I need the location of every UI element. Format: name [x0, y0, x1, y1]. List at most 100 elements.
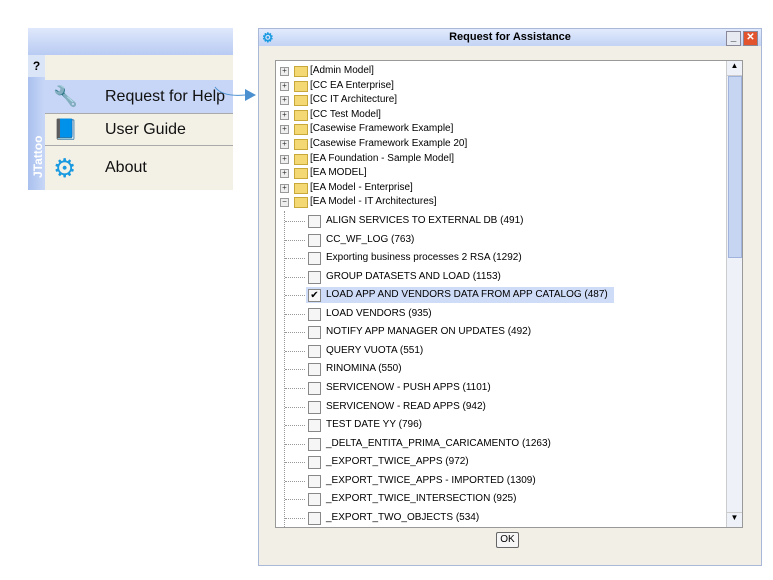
- tree-folder[interactable]: + [CC EA Enterprise]: [280, 79, 720, 93]
- scroll-up-button[interactable]: ▲: [727, 61, 742, 76]
- scroll-down-button[interactable]: ▼: [727, 512, 742, 527]
- collapse-icon[interactable]: −: [280, 198, 289, 208]
- request-dialog: ⚙ Request for Assistance _ ✕ + [Admin Mo…: [258, 28, 762, 566]
- item-label: _EXPORT_TWICE_APPS - IMPORTED (1309): [326, 474, 536, 486]
- tree-folder[interactable]: + [Casewise Framework Example]: [280, 122, 720, 136]
- checkbox[interactable]: [308, 215, 321, 228]
- expand-icon[interactable]: +: [280, 67, 289, 76]
- folder-icon: [294, 124, 308, 136]
- folder-icon: [294, 139, 308, 150]
- tree-folder[interactable]: − [EA Model - IT Architectures]: [280, 195, 720, 209]
- tree-folder[interactable]: + [EA MODEL]: [280, 166, 720, 180]
- item-label: NOTIFY APP MANAGER ON UPDATES (492): [326, 326, 532, 338]
- menu-item-user-guide[interactable]: 📘 User Guide: [45, 114, 233, 146]
- tree-folder[interactable]: + [EA Model - Enterprise]: [280, 181, 720, 195]
- checkbox[interactable]: [308, 456, 321, 470]
- folder-icon: [294, 153, 308, 165]
- checkbox[interactable]: [308, 363, 321, 377]
- folder-label: [Admin Model]: [310, 65, 374, 76]
- menu-label: About: [105, 159, 147, 176]
- expand-icon[interactable]: +: [280, 96, 289, 106]
- scroll-thumb[interactable]: [728, 76, 742, 258]
- expand-icon[interactable]: +: [280, 110, 289, 120]
- ok-button[interactable]: OK: [496, 532, 519, 548]
- folder-label: [CC EA Enterprise]: [310, 79, 394, 91]
- app-icon: ⚙: [262, 30, 274, 45]
- dialog-title: Request for Assistance: [449, 31, 571, 43]
- checkbox[interactable]: [308, 511, 321, 525]
- item-label: SERVICENOW - READ APPS (942): [326, 400, 486, 412]
- item-label: LOAD APP AND VENDORS DATA FROM APP CATAL…: [326, 289, 608, 301]
- brand-label: JTattoo: [31, 135, 45, 178]
- model-tree[interactable]: + [Admin Model] + [CC EA Enterprise] + […: [275, 60, 743, 528]
- guide-icon: 📘: [53, 119, 78, 141]
- item-label: _EXPORT_TWO_OBJECTS (534): [326, 511, 480, 523]
- er-gear-icon: ⚙: [53, 152, 77, 183]
- tab-row: [28, 55, 233, 81]
- folder-icon: [294, 182, 308, 194]
- checkbox[interactable]: [308, 381, 321, 395]
- brand-strip: JTattoo: [28, 77, 45, 190]
- checkbox[interactable]: [308, 419, 321, 433]
- menu-label: Request for Help: [105, 87, 226, 105]
- folder-label: [EA Model - IT Architectures]: [310, 196, 437, 208]
- folder-label: [Casewise Framework Example 20]: [310, 138, 468, 149]
- close-button[interactable]: ✕: [743, 31, 758, 46]
- expand-icon[interactable]: +: [280, 183, 289, 193]
- checkbox[interactable]: [308, 307, 321, 321]
- item-label: TEST DATE YY (796): [326, 419, 422, 431]
- folder-label: [EA Model - Enterprise]: [310, 181, 413, 193]
- folder-label: [EA Foundation - Sample Model]: [310, 152, 454, 164]
- folder-label: [EA MODEL]: [310, 167, 367, 179]
- checkbox[interactable]: [308, 400, 321, 414]
- checkbox[interactable]: ✔: [308, 289, 321, 303]
- checkbox[interactable]: [308, 474, 321, 488]
- item-label: GROUP DATASETS AND LOAD (1153): [326, 270, 501, 282]
- checkbox[interactable]: [308, 270, 321, 284]
- folder-label: [CC Test Model]: [310, 108, 381, 120]
- checkbox[interactable]: [308, 344, 321, 358]
- item-label: Exporting business processes 2 RSA (1292…: [326, 252, 522, 264]
- item-label: RINOMINA (550): [326, 363, 402, 375]
- dialog-titlebar: ⚙ Request for Assistance _ ✕: [259, 29, 761, 46]
- arrow-icon: [214, 86, 256, 101]
- scrollbar[interactable]: ▲ ▼: [726, 61, 742, 527]
- folder-icon: [294, 109, 308, 121]
- wrench-icon: 🔧: [53, 86, 78, 108]
- left-panel-titlebar: [28, 28, 233, 55]
- expand-icon[interactable]: +: [280, 81, 289, 91]
- checkbox[interactable]: [308, 252, 321, 266]
- tree-folder[interactable]: + [EA Foundation - Sample Model]: [280, 152, 720, 166]
- tree-folder[interactable]: + [Admin Model]: [280, 64, 720, 78]
- folder-icon: [294, 95, 308, 107]
- item-label: ALIGN SERVICES TO EXTERNAL DB (491): [326, 215, 524, 226]
- item-label: _EXPORT_TWICE_INTERSECTION (925): [326, 493, 517, 505]
- tree-folder[interactable]: + [CC IT Architecture]: [280, 93, 720, 107]
- tree-folder[interactable]: + [CC Test Model]: [280, 108, 720, 122]
- item-label: _EXPORT_TWICE_APPS (972): [326, 456, 469, 468]
- tree-folder[interactable]: + [Casewise Framework Example 20]: [280, 137, 720, 151]
- minimize-button[interactable]: _: [726, 31, 741, 46]
- folder-icon: [294, 197, 308, 209]
- item-label: LOAD VENDORS (935): [326, 307, 432, 319]
- expand-icon[interactable]: +: [280, 140, 289, 149]
- checkbox[interactable]: [308, 326, 321, 340]
- menu-item-request-for-help[interactable]: 🔧 Request for Help: [45, 80, 233, 114]
- menu-label: User Guide: [105, 120, 186, 138]
- folder-label: [CC IT Architecture]: [310, 94, 398, 106]
- expand-icon[interactable]: +: [280, 154, 289, 164]
- folder-icon: [294, 66, 308, 77]
- folder-icon: [294, 168, 308, 180]
- help-tab[interactable]: ?: [28, 55, 45, 77]
- item-label: _DELTA_ENTITA_PRIMA_CARICAMENTO (1263): [326, 437, 551, 449]
- item-label: CC_WF_LOG (763): [326, 233, 415, 245]
- expand-icon[interactable]: +: [280, 169, 289, 179]
- folder-label: [Casewise Framework Example]: [310, 123, 454, 135]
- expand-icon[interactable]: +: [280, 125, 289, 135]
- item-label: QUERY VUOTA (551): [326, 344, 424, 356]
- folder-icon: [294, 80, 308, 92]
- checkbox[interactable]: [308, 437, 321, 451]
- checkbox[interactable]: [308, 493, 321, 507]
- checkbox[interactable]: [308, 233, 321, 247]
- menu-item-about[interactable]: ⚙ About: [45, 146, 233, 190]
